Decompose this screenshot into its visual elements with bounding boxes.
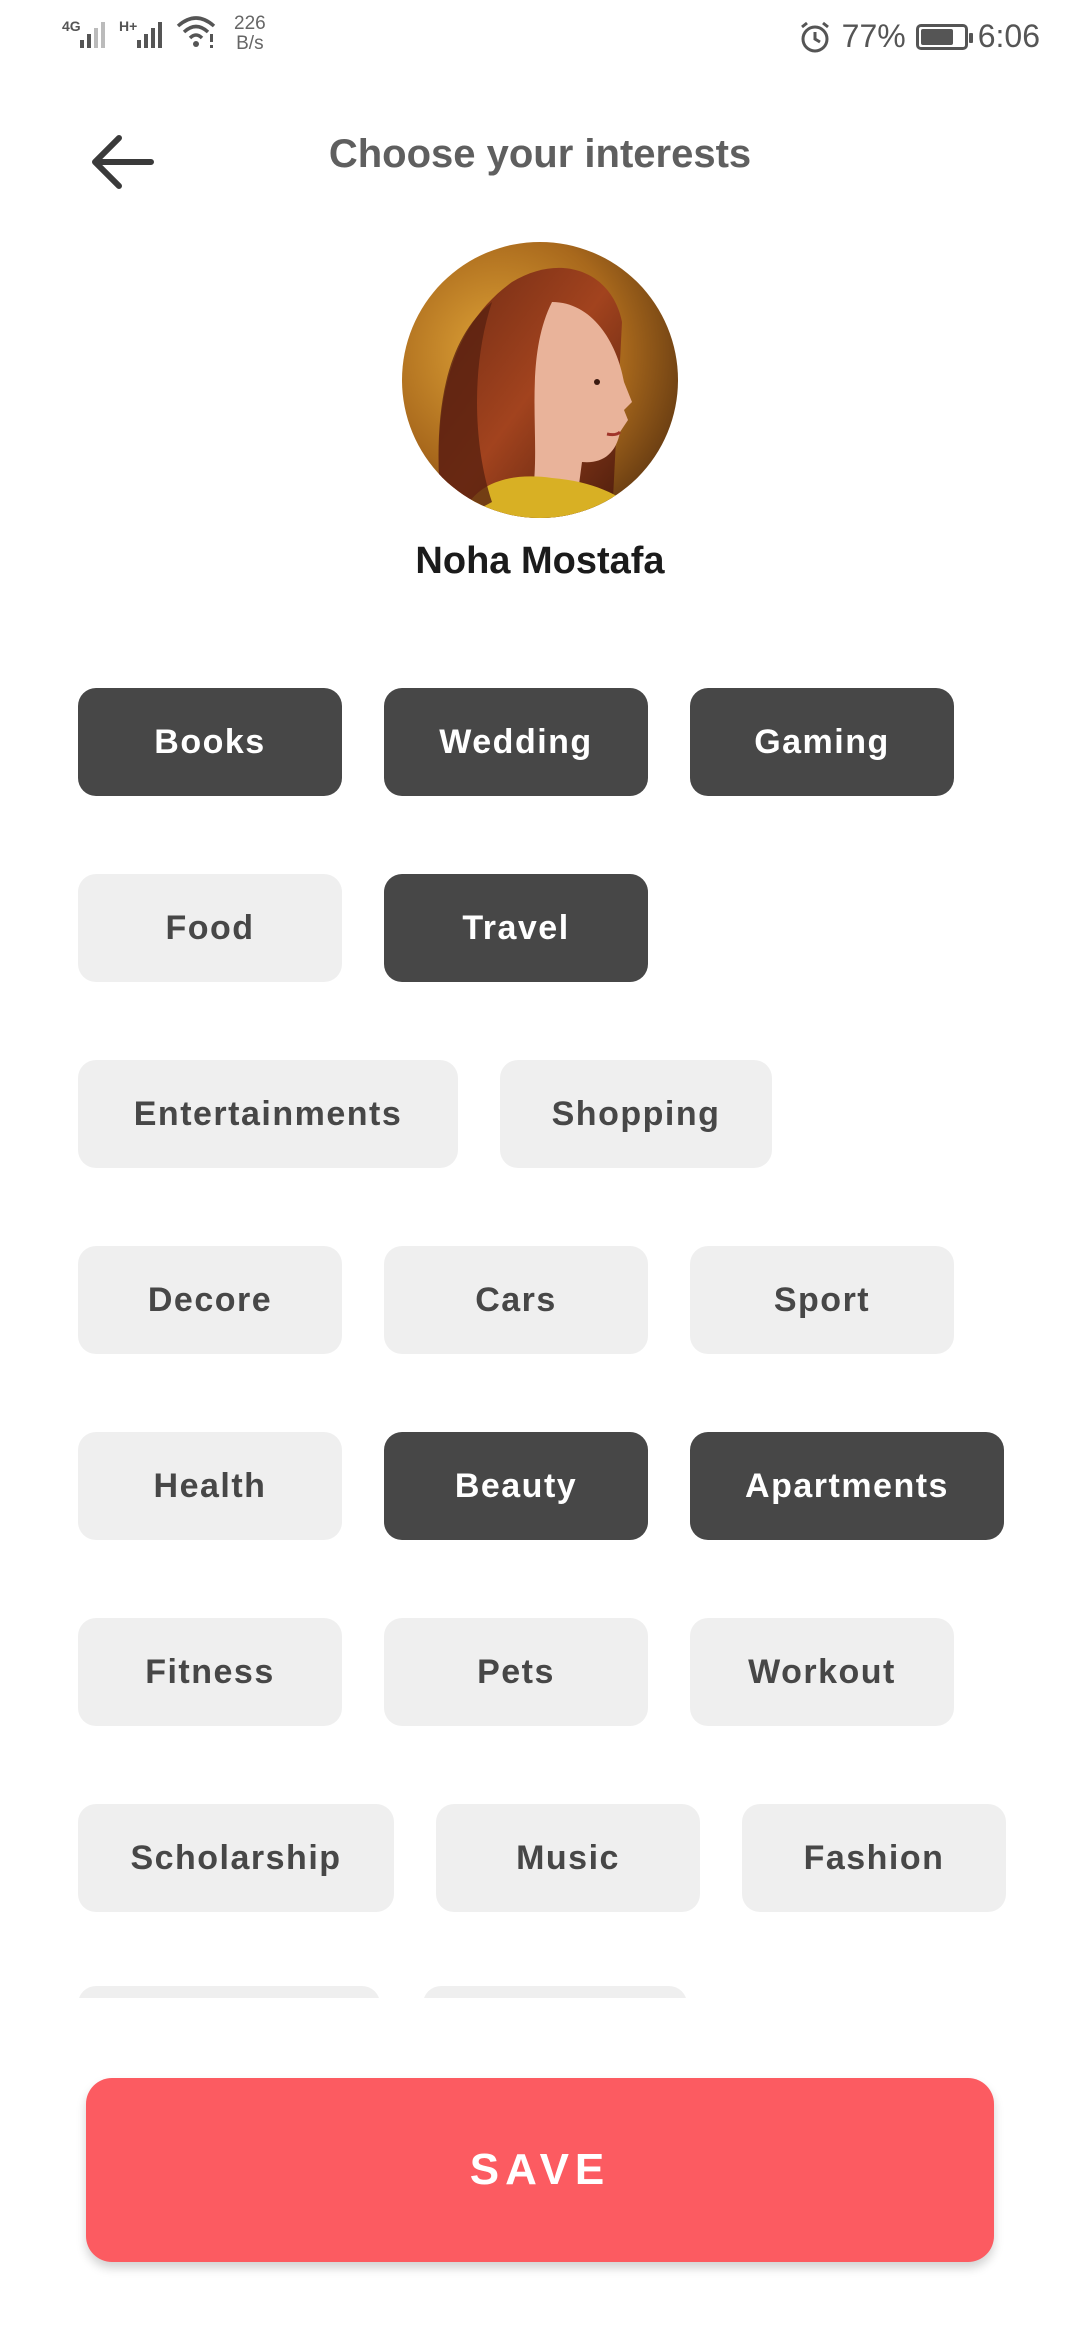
interest-chip-fitness[interactable]: Fitness: [78, 1618, 342, 1726]
interest-chip-sport[interactable]: Sport: [690, 1246, 954, 1354]
interest-chip-wedding[interactable]: Wedding: [384, 688, 648, 796]
interest-chip-beauty[interactable]: Beauty: [384, 1432, 648, 1540]
interest-chip-fashion[interactable]: Fashion: [742, 1804, 1006, 1912]
interest-chip-cars[interactable]: Cars: [384, 1246, 648, 1354]
interest-chip-pets[interactable]: Pets: [384, 1618, 648, 1726]
interest-chip-workout[interactable]: Workout: [690, 1618, 954, 1726]
interest-chip-travel[interactable]: Travel: [384, 874, 648, 982]
interest-chip-decore[interactable]: Decore: [78, 1246, 342, 1354]
interest-chip-scholarship[interactable]: Scholarship: [78, 1804, 394, 1912]
interest-chip-gaming[interactable]: Gaming: [690, 688, 954, 796]
interest-chip-books[interactable]: Books: [78, 688, 342, 796]
interest-chip-music[interactable]: Music: [436, 1804, 700, 1912]
interest-chip-apartments[interactable]: Apartments: [690, 1432, 1004, 1540]
interest-chip-food[interactable]: Food: [78, 874, 342, 982]
interests-grid: Books Wedding Gaming Food Travel Entertainmen…: [0, 0, 1080, 2000]
scroll-fade: [0, 1998, 1080, 2068]
interest-chip-entertainments[interactable]: Entertainments: [78, 1060, 458, 1168]
save-button[interactable]: SAVE: [86, 2078, 994, 2262]
interest-chip-shopping[interactable]: Shopping: [500, 1060, 772, 1168]
interest-chip-health[interactable]: Health: [78, 1432, 342, 1540]
